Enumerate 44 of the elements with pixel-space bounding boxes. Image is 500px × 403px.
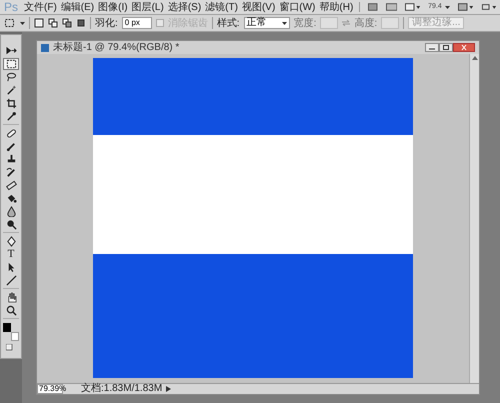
- menu-item[interactable]: 窗口(W): [277, 0, 318, 14]
- caret-icon[interactable]: [444, 6, 450, 8]
- expand-arrow-icon[interactable]: [166, 386, 172, 392]
- foreground-color-swatch[interactable]: [3, 323, 11, 332]
- feather-field[interactable]: 0 px: [122, 17, 152, 29]
- background-color-swatch[interactable]: [11, 332, 19, 341]
- arrange-icon[interactable]: [458, 3, 473, 11]
- marquee-tool-icon[interactable]: [3, 58, 19, 70]
- layout-icon[interactable]: [405, 3, 420, 11]
- menu-item[interactable]: 图像(I): [96, 0, 130, 14]
- new-selection-icon[interactable]: [34, 18, 44, 28]
- menu-item[interactable]: 编辑(E): [58, 0, 96, 14]
- style-label: 样式:: [216, 16, 240, 30]
- marquee-icon[interactable]: [4, 18, 16, 28]
- height-field[interactable]: [381, 17, 400, 29]
- menu-item[interactable]: 图层(L): [130, 0, 166, 14]
- bridge-icon[interactable]: [368, 3, 378, 11]
- menu-item[interactable]: 帮助(H): [317, 0, 356, 14]
- document-icon[interactable]: [41, 44, 49, 52]
- style-dropdown[interactable]: 正常: [244, 17, 290, 29]
- width-field[interactable]: [320, 17, 338, 29]
- width-label: 宽度:: [294, 16, 316, 30]
- caret-icon[interactable]: [20, 22, 25, 24]
- app-logo: Ps: [3, 0, 20, 16]
- minimize-icon[interactable]: [425, 43, 439, 52]
- caret-icon: [282, 22, 287, 24]
- close-icon[interactable]: [453, 43, 475, 52]
- document-info: 文档:1.83M/1.83M: [81, 384, 162, 394]
- maximize-icon[interactable]: [439, 43, 453, 52]
- intersect-selection-icon[interactable]: [76, 18, 86, 28]
- menu-item[interactable]: 视图(V): [240, 0, 278, 14]
- height-label: 高度:: [354, 16, 378, 30]
- menu-item[interactable]: 选择(S): [166, 0, 204, 14]
- scroll-up-icon[interactable]: [472, 56, 478, 60]
- mini-bridge-icon[interactable]: [386, 3, 398, 11]
- screen-mode-icon[interactable]: [480, 3, 496, 11]
- add-selection-icon[interactable]: [48, 18, 58, 28]
- subtract-selection-icon[interactable]: [62, 18, 72, 28]
- type-tool[interactable]: T: [3, 248, 19, 260]
- menu-item[interactable]: 文件(F): [22, 0, 59, 14]
- vertical-scrollbar[interactable]: [469, 54, 479, 383]
- feather-label: 羽化:: [95, 16, 118, 30]
- document-title: 未标题-1 @ 79.4%(RGB/8) *: [53, 42, 180, 52]
- menu-item[interactable]: 滤镜(T): [203, 0, 240, 14]
